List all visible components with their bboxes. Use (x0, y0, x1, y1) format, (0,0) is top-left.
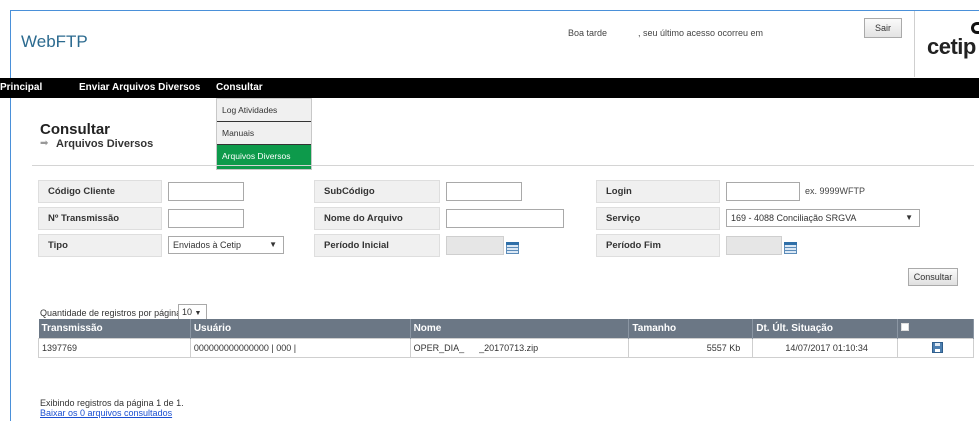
cell-usuario: 000000000000000 | 000 | (189, 337, 411, 358)
cell-dt-situacao: 14/07/2017 01:10:34 (752, 337, 899, 358)
column-header-nome[interactable]: Nome (410, 319, 630, 338)
page-title: Consultar (40, 121, 111, 138)
n-transmissao-input[interactable] (168, 209, 244, 228)
header-divider (914, 11, 915, 77)
codigo-cliente-input[interactable] (168, 182, 244, 201)
save-icon[interactable] (931, 342, 943, 354)
column-header-tamanho[interactable]: Tamanho (628, 319, 754, 338)
login-label: Login (596, 180, 720, 203)
consultar-dropdown-menu: Log Atividades Manuais Arquivos Diversos (216, 98, 312, 170)
servico-select-value: 169 - 4088 Conciliação SRGVA (731, 213, 857, 223)
greeting-text: Boa tarde (568, 28, 608, 38)
login-input[interactable] (726, 182, 800, 201)
title-divider (32, 165, 974, 166)
table-header-row: Transmissão Usuário Nome Tamanho Dt. Últ… (38, 319, 974, 338)
tipo-select-value: Enviados à Cetip (173, 240, 242, 250)
cell-nome: OPER_DIA_ _20170713.zip (409, 337, 630, 358)
column-header-dt-situacao[interactable]: Dt. Últ. Situação (752, 319, 899, 338)
nav-item-enviar-arquivos[interactable]: Enviar Arquivos Diversos (79, 82, 200, 93)
per-page-value: 10 (182, 307, 193, 317)
subcodigo-input[interactable] (446, 182, 522, 201)
chevron-down-icon: ▼ (269, 240, 277, 249)
menu-item-manuais[interactable]: Manuais (217, 122, 311, 145)
column-header-usuario[interactable]: Usuário (190, 319, 411, 338)
n-transmissao-label: Nº Transmissão (38, 207, 162, 230)
logo-mark-icon (971, 22, 979, 34)
nome-arquivo-input[interactable] (446, 209, 564, 228)
servico-select[interactable]: 169 - 4088 Conciliação SRGVA ▼ (726, 209, 920, 227)
periodo-inicial-input[interactable] (446, 236, 504, 255)
tipo-label: Tipo (38, 234, 162, 257)
cetip-logo: cetip (927, 34, 976, 60)
periodo-inicial-label: Período Inicial (314, 234, 440, 257)
subcodigo-label: SubCódigo (314, 180, 440, 203)
app-title: WebFTP (21, 32, 88, 51)
main-navbar: Principal Enviar Arquivos Diversos Consu… (0, 78, 979, 98)
column-header-transmissao[interactable]: Transmissão (38, 319, 191, 338)
cell-transmissao: 1397769 (38, 337, 191, 358)
logout-button[interactable]: Sair (864, 18, 902, 38)
select-all-checkbox[interactable] (901, 322, 910, 331)
periodo-fim-input[interactable] (726, 236, 782, 255)
nome-arquivo-label: Nome do Arquivo (314, 207, 440, 230)
results-table: Transmissão Usuário Nome Tamanho Dt. Últ… (38, 319, 974, 358)
per-page-label: Quantidade de registros por página (40, 308, 182, 318)
cell-download (897, 337, 974, 358)
periodo-fim-label: Período Fim (596, 234, 720, 257)
nav-item-principal[interactable]: Principal (0, 82, 42, 93)
tipo-select[interactable]: Enviados à Cetip ▼ (168, 236, 284, 254)
download-all-link[interactable]: Baixar os 0 arquivos consultados (40, 408, 172, 418)
nav-item-consultar[interactable]: Consultar (216, 82, 263, 93)
codigo-cliente-label: Código Cliente (38, 180, 162, 203)
cell-tamanho: 5557 Kb (628, 337, 754, 358)
arrow-right-icon: ➡ (40, 138, 49, 149)
chevron-down-icon: ▼ (194, 310, 202, 317)
login-hint: ex. 9999WFTP (805, 186, 866, 196)
breadcrumb: Arquivos Diversos (56, 138, 154, 150)
servico-label: Serviço (596, 207, 720, 230)
consultar-button[interactable]: Consultar (908, 268, 958, 286)
chevron-down-icon: ▼ (905, 213, 913, 222)
calendar-icon[interactable] (506, 242, 519, 254)
menu-item-log-atividades[interactable]: Log Atividades (217, 99, 311, 122)
per-page-select[interactable]: 10 ▼ (178, 304, 207, 320)
calendar-icon[interactable] (784, 242, 797, 254)
logo-text: cetip (927, 34, 976, 59)
table-row: 1397769 000000000000000 | 000 | OPER_DIA… (38, 337, 974, 358)
pagination-text: Exibindo registros da página 1 de 1. (40, 398, 184, 408)
column-header-select-all (897, 319, 974, 338)
last-access-text: , seu último acesso ocorreu em (638, 28, 764, 38)
